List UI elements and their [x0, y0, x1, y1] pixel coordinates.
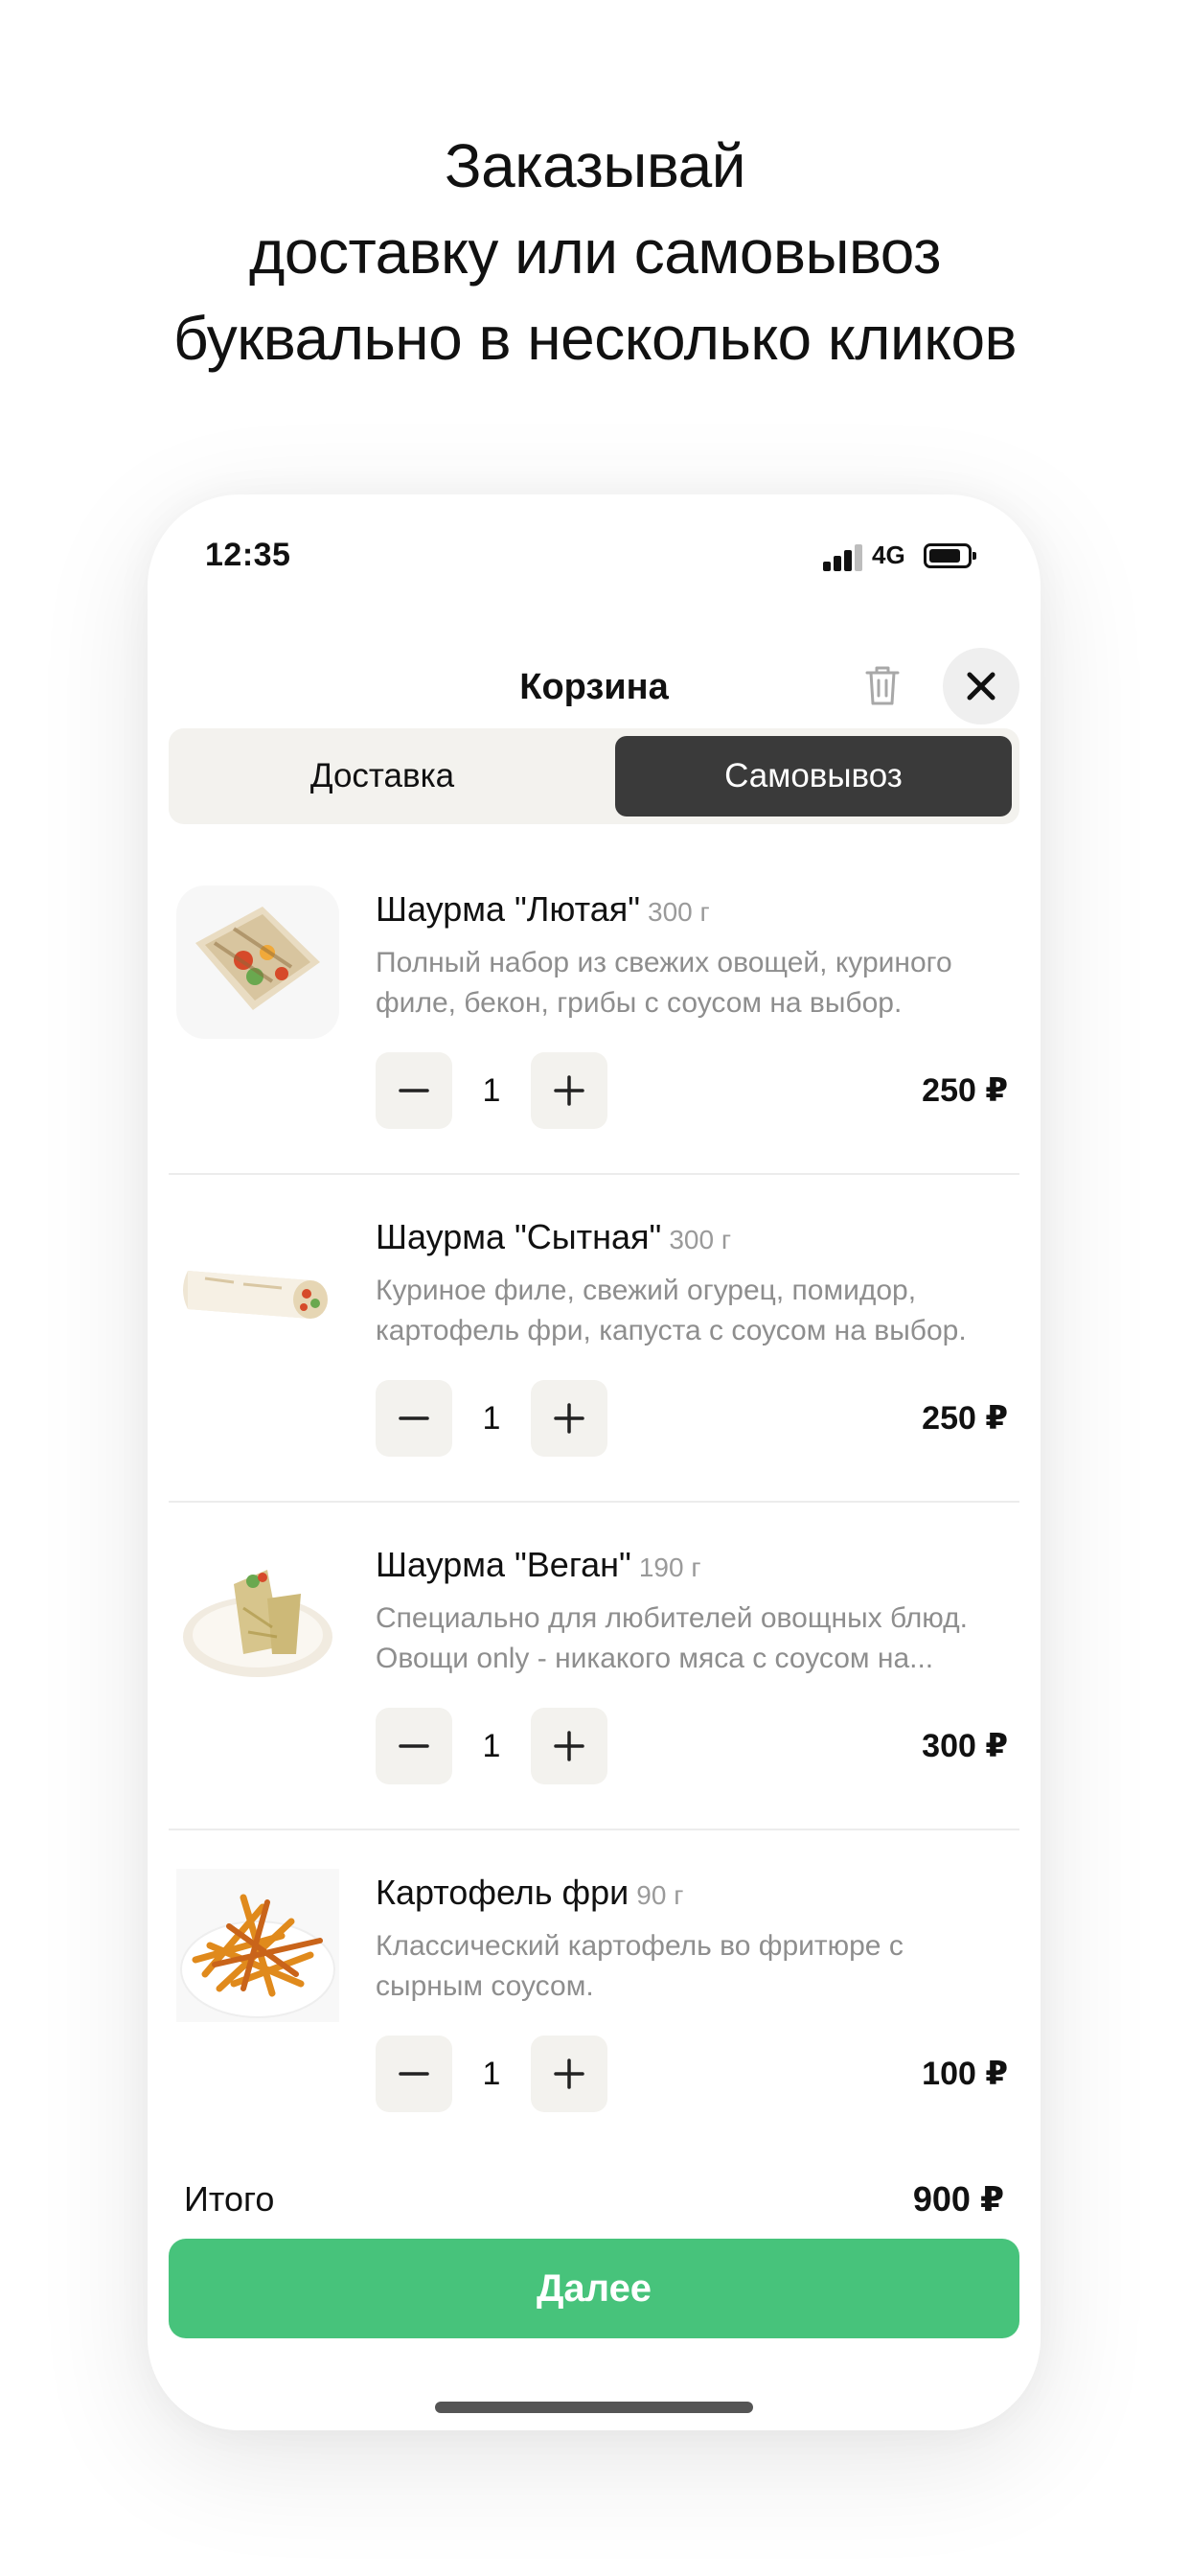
increase-quantity-button[interactable]: [531, 1380, 607, 1457]
decrease-quantity-button[interactable]: [376, 2036, 452, 2112]
item-description: Специально для любителей овощных блюд. О…: [376, 1602, 968, 1674]
trash-icon[interactable]: [849, 652, 916, 719]
headline-line-2: доставку или самовывоз: [249, 218, 941, 287]
next-button[interactable]: Далее: [169, 2239, 1019, 2338]
item-weight: 190 г: [638, 1552, 701, 1582]
phone-frame: 12:35 4G Корзина Доставка Самовывоз Шаур…: [148, 494, 1041, 2430]
cart-header: Корзина: [148, 629, 1041, 744]
product-image-shawarma: [176, 886, 339, 1039]
close-button[interactable]: [943, 648, 1019, 724]
quantity-value: 1: [482, 1071, 501, 1109]
cart-item: Шаурма "Веган" 190 г Специально для любит…: [169, 1503, 1019, 1830]
delivery-mode-switch: Доставка Самовывоз: [169, 728, 1019, 824]
headline-line-1: Заказывай: [445, 131, 746, 200]
quantity-value: 1: [482, 2055, 501, 2092]
plus-icon: [554, 2058, 584, 2089]
home-indicator[interactable]: [435, 2402, 753, 2413]
decrease-quantity-button[interactable]: [376, 1708, 452, 1784]
close-icon: [967, 672, 995, 701]
tab-pickup[interactable]: Самовывоз: [615, 736, 1012, 816]
cart-footer: Итого 900 ₽ Далее: [148, 2152, 1041, 2430]
cart-item: Шаурма "Лютая" 300 г Полный набор из свеж…: [169, 847, 1019, 1175]
minus-icon: [399, 1416, 429, 1420]
minus-icon: [399, 1744, 429, 1748]
network-label: 4G: [872, 540, 905, 569]
item-weight: 300 г: [648, 897, 710, 927]
plus-icon: [554, 1403, 584, 1434]
item-name: Шаурма "Лютая" 300 г: [376, 889, 710, 929]
total-label: Итого: [184, 2179, 275, 2219]
quantity-value: 1: [482, 1399, 501, 1437]
product-image-fries: [176, 1869, 339, 2022]
increase-quantity-button[interactable]: [531, 1052, 607, 1129]
tab-delivery[interactable]: Доставка: [176, 736, 588, 816]
item-price: 300 ₽: [922, 1728, 1008, 1764]
item-description: Куриное филе, свежий огурец, помидор, ка…: [376, 1275, 967, 1346]
total-value: 900 ₽: [912, 2179, 1004, 2219]
minus-icon: [399, 1089, 429, 1092]
status-time: 12:35: [205, 537, 291, 573]
item-price: 250 ₽: [922, 1400, 1008, 1437]
item-name: Картофель фри 90 г: [376, 1873, 684, 1912]
plus-icon: [554, 1731, 584, 1761]
item-name: Шаурма "Сытная" 300 г: [376, 1217, 732, 1256]
decrease-quantity-button[interactable]: [376, 1380, 452, 1457]
quantity-value: 1: [482, 1727, 501, 1764]
item-weight: 300 г: [669, 1225, 732, 1254]
cart-item: Шаурма "Сытная" 300 г Куриное филе, свежи…: [169, 1175, 1019, 1503]
cart-item: Картофель фри 90 г Классический картофель…: [169, 1830, 1019, 2158]
increase-quantity-button[interactable]: [531, 1708, 607, 1784]
plus-icon: [554, 1075, 584, 1106]
decrease-quantity-button[interactable]: [376, 1052, 452, 1129]
item-description: Полный набор из свежих овощей, куриного …: [376, 947, 952, 1019]
item-price: 100 ₽: [922, 2056, 1008, 2092]
item-weight: 90 г: [636, 1880, 684, 1910]
increase-quantity-button[interactable]: [531, 2036, 607, 2112]
product-image-shawarma: [176, 1213, 339, 1367]
minus-icon: [399, 2072, 429, 2076]
item-name: Шаурма "Веган" 190 г: [376, 1545, 701, 1584]
signal-icon: [823, 544, 862, 571]
item-price: 250 ₽: [922, 1072, 1008, 1109]
item-description: Классический картофель во фритюре с сырн…: [376, 1930, 904, 2002]
headline-line-3: буквально в несколько кликов: [172, 304, 1018, 373]
product-image-vegan-wrap: [176, 1541, 339, 1694]
promo-headline: Заказывай доставку или самовывоз букваль…: [0, 123, 1190, 381]
status-bar: 12:35 4G: [148, 494, 1041, 619]
battery-icon: [924, 543, 976, 568]
